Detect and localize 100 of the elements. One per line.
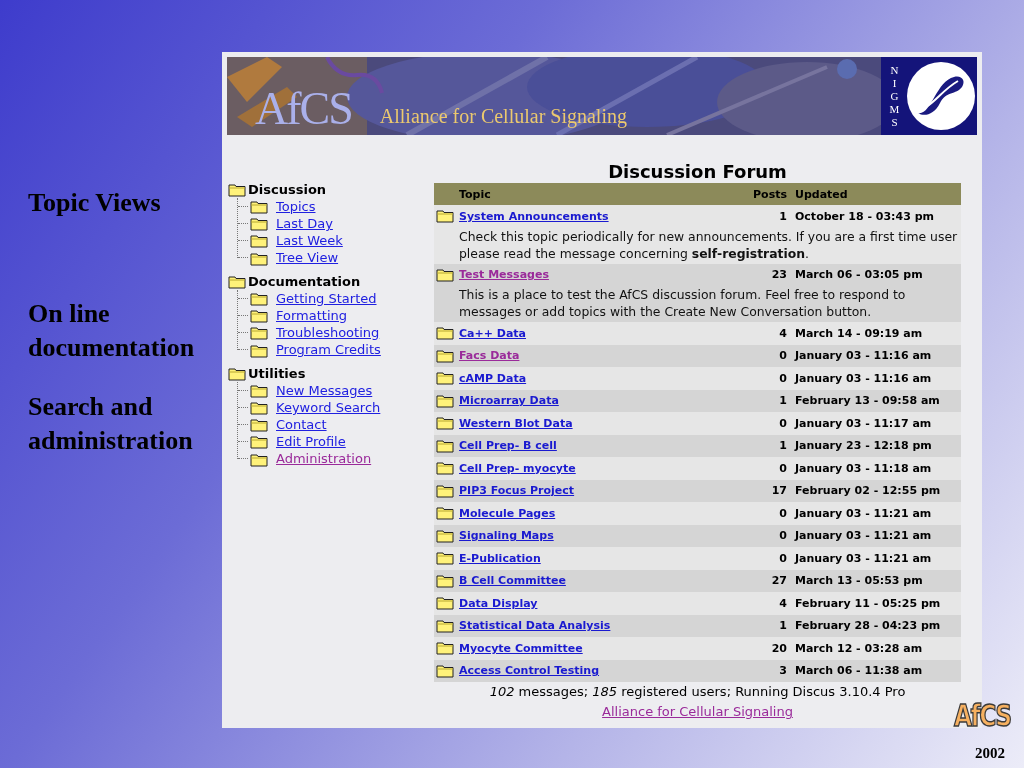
- folder-icon: [250, 400, 268, 415]
- post-count: 0: [778, 551, 787, 565]
- folder-icon: [436, 573, 454, 588]
- post-count: 23: [770, 268, 787, 282]
- folder-icon: [250, 325, 268, 340]
- topic-link[interactable]: Data Display: [459, 596, 747, 610]
- tree-link[interactable]: Getting Started: [276, 290, 377, 307]
- folder-icon: [436, 618, 454, 633]
- column-header: Topic: [459, 187, 492, 201]
- updated-time: January 03 - 11:21 am: [795, 506, 933, 520]
- updated-time: February 11 - 05:25 pm: [795, 596, 942, 610]
- tree-link[interactable]: Tree View: [276, 249, 339, 266]
- updated-time: March 06 - 11:38 am: [795, 664, 924, 678]
- updated-time: January 03 - 11:16 am: [795, 371, 933, 385]
- updated-time: January 23 - 12:18 pm: [795, 439, 933, 453]
- folder-icon: [250, 417, 268, 432]
- folder-icon: [250, 308, 268, 323]
- topic-link[interactable]: Ca++ Data: [459, 326, 747, 340]
- topic-link[interactable]: cAMP Data: [459, 371, 747, 385]
- slide-label: Topic Views: [28, 187, 162, 219]
- folder-icon: [436, 506, 454, 521]
- folder-icon: [228, 366, 246, 381]
- tree-link[interactable]: Last Day: [276, 215, 333, 232]
- tree-link[interactable]: Contact: [276, 416, 327, 433]
- agency-name: NIGMS: [889, 63, 900, 129]
- updated-time: March 06 - 03:05 pm: [795, 268, 924, 282]
- topic-description: This is a place to test the AfCS discussion forum. Feel free to respond to messages or add topics with the Create New Conversation button.: [459, 286, 907, 321]
- post-count: 27: [770, 574, 787, 588]
- tree-link[interactable]: Formatting: [276, 307, 347, 324]
- folder-icon: [436, 209, 454, 224]
- topic-link[interactable]: Facs Data: [459, 349, 747, 363]
- folder-icon: [436, 641, 454, 656]
- topic-link[interactable]: System Announcements: [459, 209, 747, 223]
- tree-link[interactable]: Program Credits: [276, 341, 381, 358]
- slide-label: On line documentation: [28, 298, 196, 364]
- banner-logo: AfCS: [255, 83, 352, 135]
- updated-time: March 13 - 05:53 pm: [795, 574, 924, 588]
- topic-link[interactable]: Access Control Testing: [459, 664, 747, 678]
- updated-time: March 12 - 03:28 am: [795, 641, 924, 655]
- topic-link[interactable]: Cell Prep- myocyte: [459, 461, 747, 475]
- topic-link[interactable]: Statistical Data Analysis: [459, 619, 747, 633]
- topic-link[interactable]: PIP3 Focus Project: [459, 484, 747, 498]
- topic-link[interactable]: Western Blot Data: [459, 416, 747, 430]
- banner-title: Alliance for Cellular Signaling: [379, 104, 627, 129]
- tree-link[interactable]: New Messages: [276, 382, 373, 399]
- folder-icon: [436, 326, 454, 341]
- tree-link[interactable]: Administration: [276, 450, 372, 467]
- tree-link[interactable]: Troubleshooting: [276, 324, 380, 341]
- folder-icon: [250, 453, 268, 467]
- folder-icon: [436, 663, 454, 678]
- forum-title: Discussion Forum: [607, 161, 788, 183]
- slide-year: 2002: [975, 744, 1005, 762]
- tree-group-label[interactable]: Utilities: [248, 366, 306, 381]
- topic-link[interactable]: E-Publication: [459, 551, 747, 565]
- tree-link[interactable]: Edit Profile: [276, 433, 346, 450]
- topic-link[interactable]: B Cell Committee: [459, 574, 747, 588]
- folder-icon: [436, 596, 454, 611]
- tree-link[interactable]: Last Week: [276, 232, 343, 249]
- updated-time: January 03 - 11:18 am: [795, 461, 933, 475]
- folder-icon: [436, 528, 454, 543]
- topic-link[interactable]: Test Messages: [459, 268, 747, 282]
- folder-icon: [436, 483, 454, 498]
- post-count: 1: [778, 209, 787, 223]
- folder-icon: [436, 438, 454, 453]
- column-header: Posts: [752, 187, 787, 201]
- folder-icon: [250, 383, 268, 398]
- post-count: 0: [778, 371, 787, 385]
- slide-logo: AfCS: [954, 698, 1011, 734]
- folder-icon: [436, 267, 454, 282]
- tree-link[interactable]: Topics: [276, 198, 316, 215]
- post-count: 0: [778, 416, 787, 430]
- post-count: 0: [778, 461, 787, 475]
- folder-icon: [228, 182, 246, 197]
- topic-link[interactable]: Microarray Data: [459, 394, 747, 408]
- post-count: 1: [778, 394, 787, 408]
- updated-time: February 13 - 09:58 am: [795, 394, 941, 408]
- tree-group-label[interactable]: Discussion: [248, 182, 327, 197]
- folder-icon: [250, 216, 268, 231]
- updated-time: March 14 - 09:19 am: [795, 326, 924, 340]
- post-count: 20: [770, 641, 787, 655]
- updated-time: January 03 - 11:16 am: [795, 349, 933, 363]
- tree-group-label[interactable]: Documentation: [248, 274, 361, 289]
- folder-icon: [250, 199, 268, 214]
- folder-icon: [250, 233, 268, 248]
- folder-icon: [436, 371, 454, 386]
- footer-link[interactable]: Alliance for Cellular Signaling: [602, 704, 793, 719]
- folder-icon: [250, 252, 268, 266]
- folder-icon: [436, 393, 454, 408]
- topic-link[interactable]: Molecule Pages: [459, 506, 747, 520]
- tree-link[interactable]: Keyword Search: [276, 399, 381, 416]
- post-count: 0: [778, 349, 787, 363]
- updated-time: January 03 - 11:21 am: [795, 551, 933, 565]
- topic-link[interactable]: Cell Prep- B cell: [459, 439, 747, 453]
- topic-link[interactable]: Signaling Maps: [459, 529, 747, 543]
- topic-link[interactable]: Myocyte Committee: [459, 641, 747, 655]
- folder-icon: [436, 416, 454, 431]
- post-count: 4: [778, 326, 787, 340]
- post-count: 3: [778, 664, 787, 678]
- post-count: 4: [778, 596, 787, 610]
- updated-time: February 28 - 04:23 pm: [795, 619, 942, 633]
